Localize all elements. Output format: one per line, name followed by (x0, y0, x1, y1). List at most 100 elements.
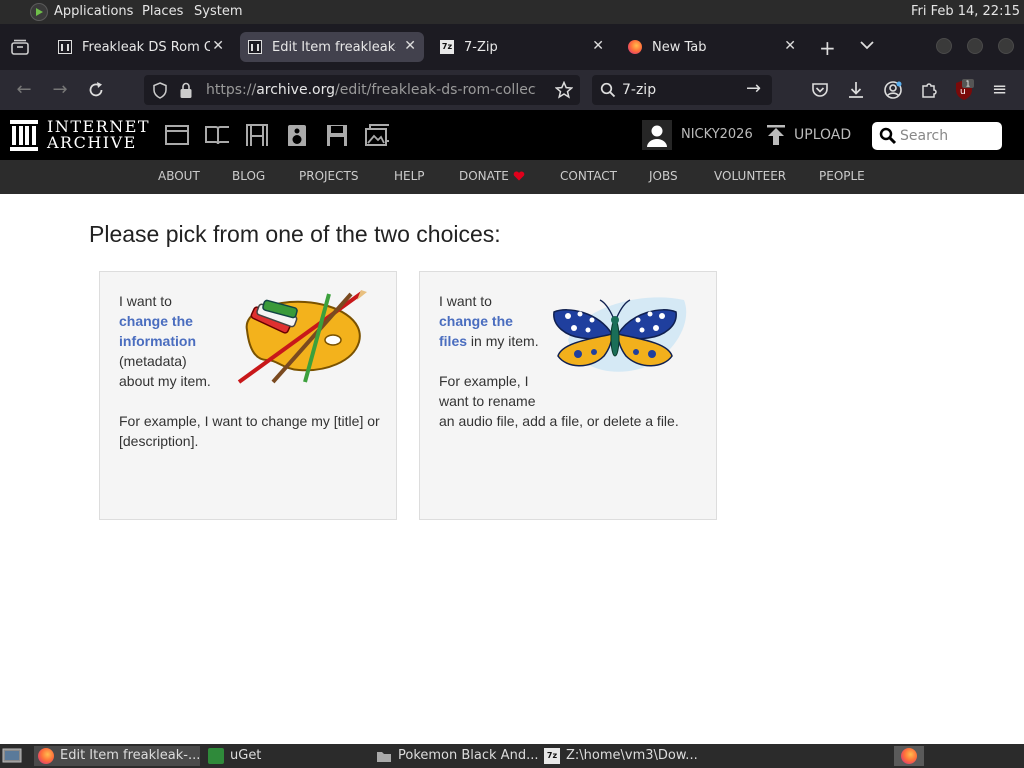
workspace-switcher[interactable] (894, 746, 924, 766)
url-host: archive.org (256, 82, 335, 98)
taskbar-item-folder[interactable]: Pokemon Black And... (372, 746, 538, 766)
change-files-link-2[interactable]: files (439, 333, 467, 349)
search-icon (879, 127, 897, 145)
system-menu[interactable]: System (194, 4, 242, 19)
card-example: For example, I want to change my [title]… (119, 413, 380, 449)
taskbar-item-7zip[interactable]: 7z Z:\home\vm3\Dow... (540, 746, 710, 766)
taskbar-label: Edit Item freakleak-... (60, 748, 201, 763)
maximize-window-icon[interactable] (967, 38, 983, 54)
change-information-link-2[interactable]: information (119, 333, 196, 349)
choice-card-files: I want to change the files in my item. F… (419, 271, 717, 520)
new-tab-plus-icon[interactable]: + (819, 36, 836, 60)
extensions-puzzle-icon[interactable] (920, 80, 938, 100)
shield-icon[interactable] (152, 82, 168, 99)
web-search-query[interactable]: 7-zip (622, 82, 656, 98)
logo-line-archive: ARCHIVE (47, 133, 137, 152)
nav-donate[interactable]: DONATE (459, 169, 509, 183)
taskbar-label: Z:\home\vm3\Dow... (566, 748, 698, 763)
nav-blog[interactable]: BLOG (232, 169, 265, 183)
ublock-origin-icon[interactable]: u 1 (954, 79, 974, 101)
close-icon[interactable]: ✕ (404, 38, 416, 54)
avatar[interactable] (642, 120, 672, 150)
texts-book-icon[interactable] (205, 124, 229, 146)
heart-icon (513, 171, 525, 181)
show-desktop-icon[interactable] (2, 747, 22, 765)
7zip-icon: 7z (440, 40, 454, 54)
clock[interactable]: Fri Feb 14, 22:15 (911, 4, 1020, 19)
choice-card-metadata: I want to change the information (metada… (99, 271, 397, 520)
places-menu[interactable]: Places (142, 4, 183, 19)
butterfly-icon (553, 297, 687, 372)
video-film-icon[interactable] (245, 124, 269, 146)
url-text[interactable]: https://archive.org/edit/freakleak-ds-ro… (206, 82, 536, 98)
taskbar: Edit Item freakleak-... uGet Pokemon Bla… (0, 744, 1024, 768)
firefox-icon (901, 748, 917, 764)
pocket-icon[interactable] (811, 81, 829, 99)
internet-archive-icon (58, 40, 72, 54)
tab-title: 7-Zip (464, 40, 498, 55)
lock-icon[interactable] (179, 82, 193, 99)
svg-text:1: 1 (966, 80, 971, 89)
firefox-icon (628, 40, 642, 54)
forward-arrow-icon[interactable]: → (48, 78, 72, 102)
url-bar[interactable]: https://archive.org/edit/freakleak-ds-ro… (144, 75, 580, 105)
audio-speaker-icon[interactable] (287, 124, 311, 146)
change-files-link[interactable]: change the (439, 313, 513, 329)
web-search-bar[interactable]: 7-zip → (592, 75, 772, 105)
nav-help[interactable]: HELP (394, 169, 425, 183)
change-information-link[interactable]: change the (119, 313, 193, 329)
minimize-window-icon[interactable] (936, 38, 952, 54)
chevron-down-icon[interactable] (860, 40, 874, 50)
go-arrow-icon[interactable]: → (746, 78, 761, 99)
tab-title: Edit Item freakleak-d (272, 40, 396, 55)
page-title: Please pick from one of the two choices: (89, 221, 501, 247)
close-icon[interactable]: ✕ (592, 38, 604, 54)
close-window-icon[interactable] (998, 38, 1014, 54)
tab-edit-item[interactable]: Edit Item freakleak-d ✕ (240, 32, 424, 62)
nav-jobs[interactable]: JOBS (649, 169, 678, 183)
nav-volunteer[interactable]: VOLUNTEER (714, 169, 786, 183)
card-example: an audio file, add a file, or delete a f… (439, 413, 679, 429)
ia-nav-menu: ABOUT BLOG PROJECTS HELP DONATE CONTACT … (0, 160, 1024, 194)
taskbar-item-uget[interactable]: uGet (204, 746, 364, 766)
nav-people[interactable]: PEOPLE (819, 169, 865, 183)
username-label[interactable]: NICKY2026 (681, 127, 753, 142)
tab-strip: Freakleak DS Rom Co ✕ Edit Item freaklea… (0, 24, 1024, 70)
taskbar-item-firefox[interactable]: Edit Item freakleak-... (34, 746, 200, 766)
nav-contact[interactable]: CONTACT (560, 169, 617, 183)
tab-7zip[interactable]: 7z 7-Zip ✕ (432, 32, 612, 62)
back-arrow-icon[interactable]: ← (12, 78, 36, 102)
card-example: want to rename (439, 393, 536, 409)
images-icon[interactable] (365, 124, 389, 146)
7zip-icon: 7z (544, 748, 560, 764)
bookmark-star-icon[interactable] (555, 81, 573, 99)
software-floppy-icon[interactable] (326, 124, 350, 146)
tab-title: New Tab (652, 40, 707, 55)
ia-header: INTERNET ARCHIVE NICKY2026 UPLOAD Search (0, 110, 1024, 160)
applications-menu[interactable]: Applications (54, 4, 133, 19)
nav-projects[interactable]: PROJECTS (299, 169, 358, 183)
nav-about[interactable]: ABOUT (158, 169, 200, 183)
internet-archive-logo-icon[interactable] (10, 120, 38, 151)
tab-new-tab[interactable]: New Tab ✕ (620, 32, 804, 62)
uget-icon (208, 748, 224, 764)
paint-palette-icon (237, 290, 367, 384)
tab-overview-icon[interactable] (11, 39, 29, 55)
ia-logo-text[interactable]: INTERNET ARCHIVE (47, 119, 150, 151)
download-icon[interactable] (847, 80, 865, 100)
folder-icon (377, 752, 391, 762)
card-line: in my item. (467, 333, 539, 349)
hamburger-menu-icon[interactable]: ≡ (992, 79, 1007, 100)
tab-freakleak-collection[interactable]: Freakleak DS Rom Co ✕ (50, 32, 232, 62)
close-icon[interactable]: ✕ (784, 38, 796, 54)
applications-icon[interactable] (30, 3, 48, 21)
account-icon[interactable] (883, 80, 903, 100)
ia-search-box[interactable]: Search (872, 122, 1002, 150)
web-archive-icon[interactable] (165, 124, 189, 146)
close-icon[interactable]: ✕ (212, 38, 224, 54)
tab-title: Freakleak DS Rom Co (82, 40, 210, 55)
url-prefix: https:// (206, 82, 257, 98)
reload-icon[interactable] (87, 81, 105, 99)
upload-link[interactable]: UPLOAD (794, 127, 851, 143)
upload-arrow-icon[interactable] (766, 124, 786, 146)
